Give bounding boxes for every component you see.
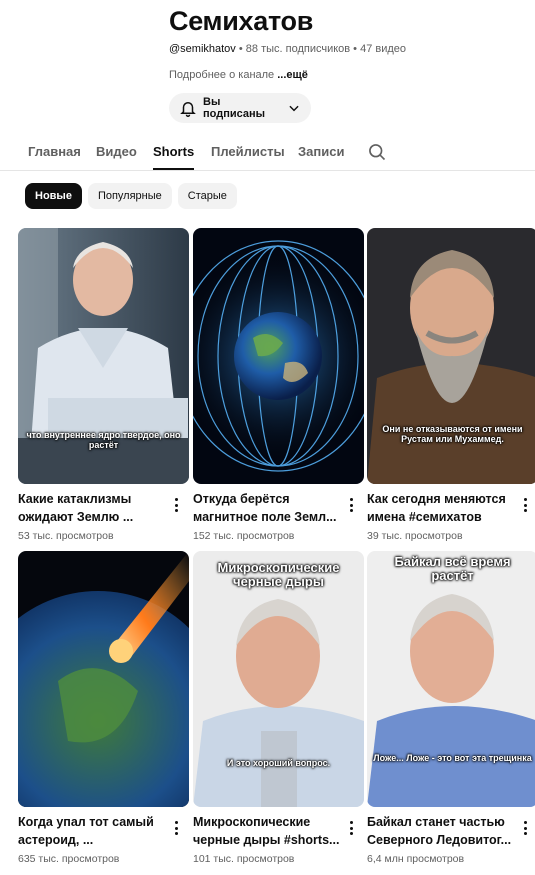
chip-popular[interactable]: Популярные: [87, 183, 172, 209]
sort-chips: Новые Популярные Старые: [25, 183, 237, 209]
chip-oldest[interactable]: Старые: [177, 183, 237, 209]
bearded-man-image: [367, 228, 535, 484]
thumbnail-caption: Ложе... Ложе - это вот эта трещинка: [373, 753, 532, 763]
short-views: 152 тыс. просмотров: [193, 530, 295, 542]
more-options-icon[interactable]: [169, 497, 183, 513]
short-title[interactable]: Откуда берётся магнитное поле Земл...: [193, 490, 341, 526]
channel-handle: @semikhatov: [169, 43, 236, 55]
more-options-icon[interactable]: [518, 497, 532, 513]
short-thumbnail[interactable]: Они не отказываются от имени Рустам или …: [367, 228, 535, 484]
channel-name: Семихатов: [169, 6, 314, 36]
more-options-icon[interactable]: [518, 820, 532, 836]
short-views: 39 тыс. просмотров: [367, 530, 463, 542]
tab-videos[interactable]: Видео: [96, 144, 137, 159]
thumbnail-caption-top: Байкал всё время растёт: [394, 554, 511, 583]
short-title[interactable]: Когда упал тот самый астероид, ...: [18, 813, 166, 849]
about-more: ...ещё: [277, 69, 308, 81]
short-title[interactable]: Какие катаклизмы ожидают Землю ...: [18, 490, 166, 526]
more-options-icon[interactable]: [344, 820, 358, 836]
more-options-icon[interactable]: [344, 497, 358, 513]
earth-magnetic-field-image: [193, 228, 364, 484]
thumbnail-caption: Они не отказываются от имени Рустам или …: [382, 424, 523, 444]
thumbnail-caption-top: Микроскопические черные дыры: [217, 560, 340, 589]
short-thumbnail[interactable]: Микроскопические черные дыры И это хорош…: [193, 551, 364, 807]
tab-posts[interactable]: Записи: [298, 144, 344, 159]
tab-shorts[interactable]: Shorts: [153, 144, 195, 170]
subscribed-button[interactable]: Вы подписаны: [169, 93, 311, 123]
short-views: 6,4 млн просмотров: [367, 853, 465, 865]
short-title[interactable]: Как сегодня меняются имена #семихатов: [367, 490, 515, 526]
short-thumbnail[interactable]: Байкал всё время растёт Ложе... Ложе - э…: [367, 551, 535, 807]
man-light-bg-image-2: [367, 551, 535, 807]
about-prefix: Подробнее о канале: [169, 69, 278, 81]
asteroid-image: [18, 551, 189, 807]
tab-home[interactable]: Главная: [28, 144, 81, 159]
channel-tabs: Главная Видео Shorts Плейлисты Записи: [0, 135, 535, 171]
channel-meta: @semikhatov • 88 тыс. подписчиков • 47 в…: [169, 43, 406, 55]
short-views: 53 тыс. просмотров: [18, 530, 114, 542]
channel-about-link[interactable]: Подробнее о канале ...ещё: [169, 69, 308, 81]
bell-icon: [180, 102, 196, 117]
man-light-bg-image: [193, 551, 364, 807]
channel-stats: • 88 тыс. подписчиков • 47 видео: [235, 43, 407, 55]
chip-newest[interactable]: Новые: [25, 183, 82, 209]
short-thumbnail[interactable]: [18, 551, 189, 807]
chevron-down-icon: [289, 105, 299, 112]
short-title[interactable]: Байкал станет частью Северного Ледовитог…: [367, 813, 515, 849]
thumbnail-caption: что внутреннее ядро твердое, оно растёт: [26, 430, 181, 450]
thumbnail-caption: И это хороший вопрос.: [226, 758, 331, 768]
short-title[interactable]: Микроскопические черные дыры #shorts...: [193, 813, 341, 849]
subscribed-label: Вы подписаны: [203, 96, 266, 120]
tab-playlists[interactable]: Плейлисты: [211, 144, 285, 159]
short-views: 635 тыс. просмотров: [18, 853, 120, 865]
short-thumbnail[interactable]: что внутреннее ядро твердое, оно растёт: [18, 228, 189, 484]
more-options-icon[interactable]: [169, 820, 183, 836]
search-icon[interactable]: [367, 142, 387, 162]
short-views: 101 тыс. просмотров: [193, 853, 295, 865]
short-thumbnail[interactable]: [193, 228, 364, 484]
